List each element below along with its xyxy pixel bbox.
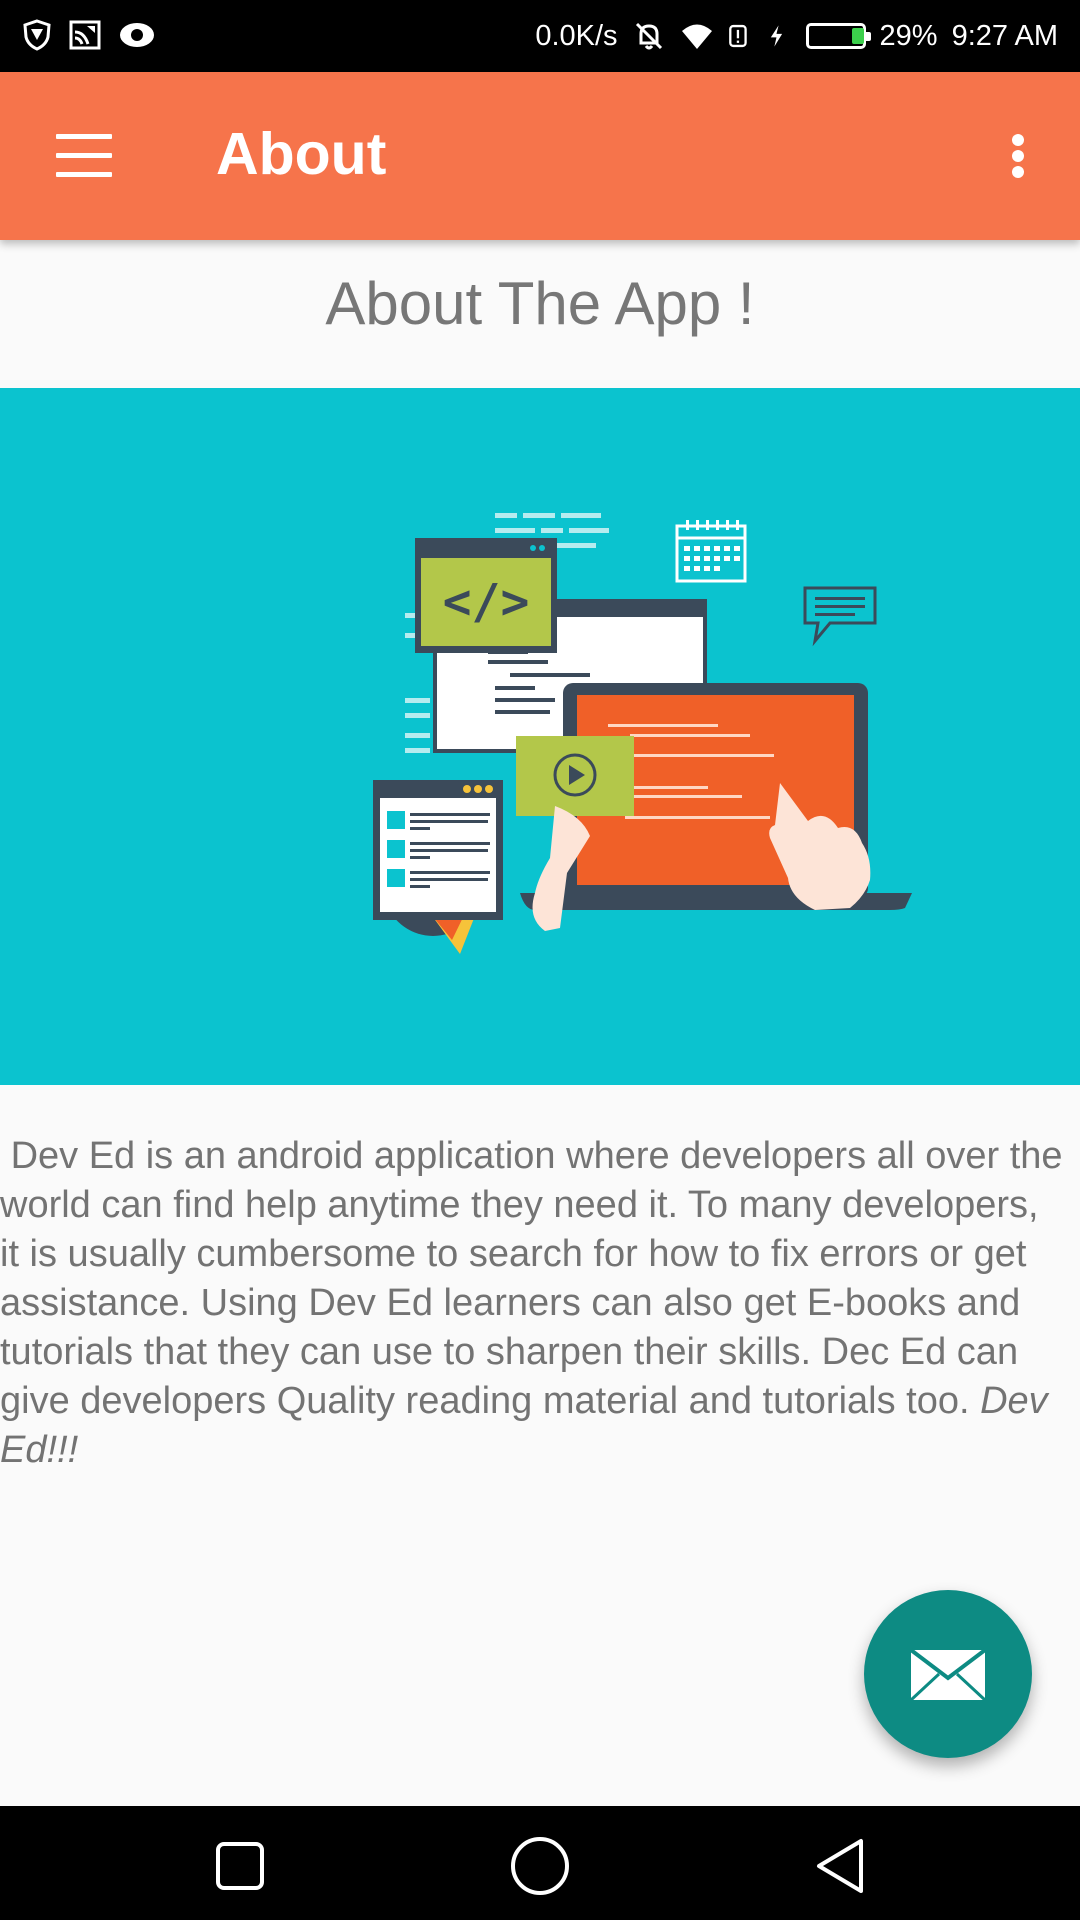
about-description: Dev Ed is an android application where d… [0, 1132, 1066, 1475]
battery-percent: 29% [879, 19, 938, 52]
app-bar: About [0, 72, 1080, 240]
alert-icon [728, 24, 747, 48]
back-icon[interactable] [805, 1831, 875, 1901]
status-bar: 0.0K/s 29% 9:27 AM [0, 0, 1080, 72]
charging-icon [770, 25, 782, 47]
navigation-bar [0, 1806, 1080, 1920]
battery-icon [805, 23, 871, 49]
code-tag-text: </> [443, 574, 530, 630]
bell-off-icon [635, 22, 662, 50]
clock: 9:27 AM [951, 19, 1058, 52]
status-right-icons: 0.0K/s 29% 9:27 AM [535, 0, 1058, 72]
shield-icon [23, 19, 51, 51]
email-fab-button[interactable] [864, 1590, 1032, 1758]
more-vert-icon[interactable] [976, 112, 1056, 200]
page-heading: About The App ! [325, 270, 755, 337]
status-left-icons [20, 18, 154, 52]
app-bar-title: About [216, 121, 387, 187]
mail-icon [909, 1648, 987, 1702]
developer-illustration: </> [373, 513, 912, 954]
home-icon[interactable] [505, 1831, 575, 1901]
network-speed: 0.0K/s [535, 19, 618, 52]
recent-apps-icon[interactable] [205, 1831, 275, 1901]
hero-illustration: </> [0, 388, 1080, 1085]
wifi-icon [681, 24, 712, 49]
hamburger-menu-icon[interactable] [40, 112, 128, 200]
cast-icon [69, 20, 101, 50]
about-body-text: Dev Ed is an android application where d… [0, 1135, 1063, 1422]
eye-icon [120, 23, 154, 47]
